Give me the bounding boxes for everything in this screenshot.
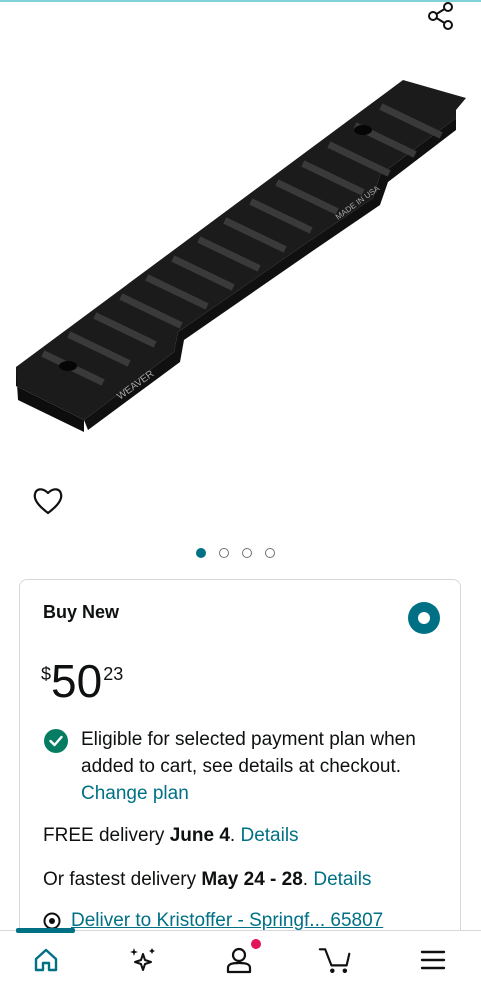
deliver-to-text: Deliver to Kristoffer - Springf... 65807 xyxy=(71,910,384,931)
price-fraction: 23 xyxy=(103,664,124,684)
home-icon[interactable] xyxy=(29,943,63,977)
deliver-to-link[interactable]: Deliver to Kristoffer - Springf... 65807 xyxy=(43,910,383,932)
bottom-nav xyxy=(0,928,481,1000)
top-accent-line xyxy=(0,0,481,2)
product-image[interactable]: WEAVER MADE IN USA xyxy=(8,70,474,440)
heart-icon[interactable] xyxy=(32,486,64,516)
price-symbol: $ xyxy=(41,664,52,684)
fastest-delivery-details-link[interactable]: Details xyxy=(313,869,371,890)
carousel-dot-4[interactable] xyxy=(265,548,275,558)
fastest-delivery-row: Or fastest delivery May 24 - 28. Details xyxy=(43,869,372,890)
carousel-dot-1[interactable] xyxy=(196,548,206,558)
cart-icon[interactable] xyxy=(318,943,352,977)
free-delivery-details-link[interactable]: Details xyxy=(240,825,298,846)
free-delivery-row: FREE delivery June 4. Details xyxy=(43,825,299,846)
account-icon[interactable] xyxy=(222,939,261,977)
change-plan-link[interactable]: Change plan xyxy=(81,783,189,804)
check-icon xyxy=(44,729,68,753)
buy-new-title: Buy New xyxy=(43,602,120,622)
carousel-dot-2[interactable] xyxy=(219,548,229,558)
share-icon[interactable] xyxy=(424,0,458,34)
carousel-dot-3[interactable] xyxy=(242,548,252,558)
buy-new-radio[interactable] xyxy=(408,602,440,634)
payment-plan-text: Eligible for selected payment plan when … xyxy=(81,729,416,777)
nav-active-indicator xyxy=(16,928,75,933)
menu-icon[interactable] xyxy=(416,943,450,977)
sparkle-icon[interactable] xyxy=(126,943,160,977)
notification-dot xyxy=(251,939,261,949)
fastest-delivery-date: May 24 - 28 xyxy=(201,869,303,890)
buy-box-card: Buy New $ 50 23 Eligible for selected pa… xyxy=(19,579,461,959)
image-carousel-dots xyxy=(196,548,275,558)
price-whole: 50 xyxy=(51,655,103,707)
payment-plan-notice: Eligible for selected payment plan when … xyxy=(44,726,444,807)
price: $ 50 23 xyxy=(41,658,123,704)
free-delivery-date: June 4 xyxy=(169,825,230,846)
